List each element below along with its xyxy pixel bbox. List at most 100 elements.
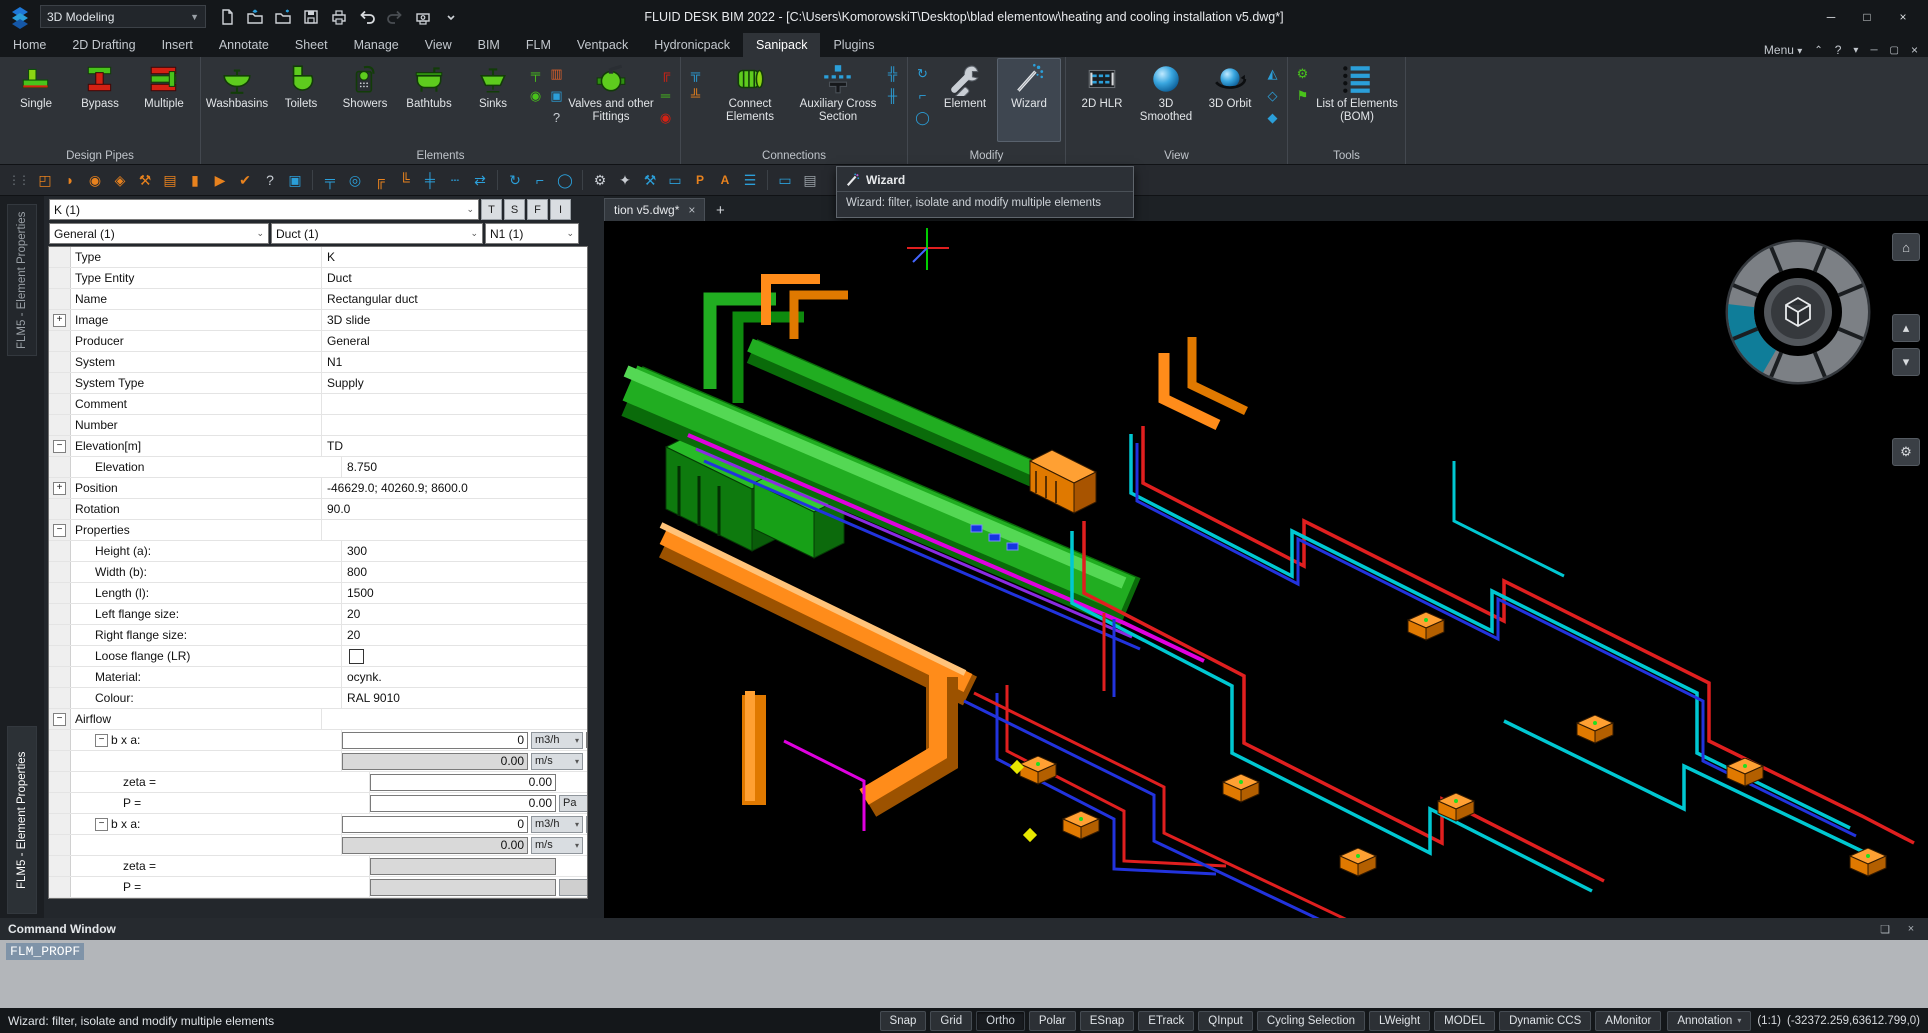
property-row[interactable]: zeta =: [49, 856, 587, 877]
property-row[interactable]: Length (l):1500: [49, 583, 587, 604]
ribbon-button-wizard[interactable]: Wizard: [997, 58, 1061, 142]
property-row[interactable]: TypeK: [49, 247, 587, 268]
value-input[interactable]: 0.00: [370, 795, 556, 812]
pipe-icon[interactable]: ═: [655, 85, 676, 106]
doc-minimize-button[interactable]: ─: [1870, 45, 1877, 56]
wheel-settings-button[interactable]: ⚙: [1892, 438, 1920, 466]
save-icon[interactable]: [298, 6, 323, 28]
system-select[interactable]: N1 (1)⌄: [485, 223, 579, 244]
value-input[interactable]: 0.00: [370, 774, 556, 791]
status-toggle-esnap[interactable]: ESnap: [1080, 1011, 1135, 1031]
redo-icon[interactable]: [382, 6, 407, 28]
customize-icon[interactable]: [438, 6, 463, 28]
status-toggle-cycling-selection[interactable]: Cycling Selection: [1257, 1011, 1365, 1031]
ribbon-button-valves-and-other-fittings[interactable]: Valves and other Fittings: [567, 58, 655, 142]
undo-icon[interactable]: [354, 6, 379, 28]
property-row[interactable]: −b x a:0m3/h▾: [49, 730, 587, 751]
cube-solid-icon[interactable]: ◆: [1262, 107, 1283, 128]
property-row[interactable]: 0.00m/s▾: [49, 751, 587, 772]
property-row[interactable]: Type EntityDuct: [49, 268, 587, 289]
ribbon-button-showers[interactable]: Showers: [333, 58, 397, 142]
property-row[interactable]: Comment: [49, 394, 587, 415]
property-row[interactable]: SystemN1: [49, 352, 587, 373]
unit-select[interactable]: ▾: [559, 879, 587, 896]
pump-blue-icon[interactable]: ◎: [343, 168, 367, 192]
pump-icon[interactable]: ◉: [83, 168, 107, 192]
minimize-button[interactable]: ─: [1814, 5, 1848, 29]
riser-icon[interactable]: ⌐: [528, 168, 552, 192]
duct-box-icon[interactable]: ▭: [773, 168, 797, 192]
plot-icon[interactable]: [410, 6, 435, 28]
loose-flange-checkbox[interactable]: [349, 649, 364, 664]
close-panel-icon[interactable]: ×: [1902, 923, 1920, 935]
tab-plugins[interactable]: Plugins: [820, 33, 887, 57]
property-row[interactable]: Material:ocynk.: [49, 667, 587, 688]
status-toggle-polar[interactable]: Polar: [1029, 1011, 1076, 1031]
import-file-icon[interactable]: [270, 6, 295, 28]
hammer-tools-icon[interactable]: ⚒: [133, 168, 157, 192]
ribbon-button-sinks[interactable]: Sinks: [461, 58, 525, 142]
side-tab-element-properties-top[interactable]: FLM5 - Element Properties: [7, 204, 37, 356]
float-panel-icon[interactable]: ❏: [1876, 923, 1894, 936]
property-row[interactable]: −b x a:0m3/h▾⇥: [49, 814, 587, 835]
filter-f-button[interactable]: F: [527, 199, 548, 220]
tag-icon[interactable]: ⚑: [1292, 85, 1313, 106]
close-tab-icon[interactable]: ×: [688, 203, 695, 217]
ribbon-button-3d-smoothed[interactable]: 3D Smoothed: [1134, 58, 1198, 142]
elbow-down-icon[interactable]: ╚: [393, 168, 417, 192]
property-row[interactable]: Number: [49, 415, 587, 436]
wand-icon[interactable]: ✦: [613, 168, 637, 192]
elbow-icon[interactable]: ╔: [655, 63, 676, 84]
duct-icon[interactable]: ▮: [183, 168, 207, 192]
new-file-icon[interactable]: [214, 6, 239, 28]
ribbon-button-bathtubs[interactable]: Bathtubs: [397, 58, 461, 142]
type-select[interactable]: K (1)⌄: [49, 199, 479, 220]
doc-close-button[interactable]: ×: [1911, 43, 1918, 57]
tab-flm[interactable]: FLM: [513, 33, 564, 57]
property-row[interactable]: −Elevation[m]TD: [49, 436, 587, 457]
collapse-icon[interactable]: −: [95, 818, 108, 831]
property-row[interactable]: Width (b):800: [49, 562, 587, 583]
fitting-a-icon[interactable]: ╬: [882, 63, 903, 84]
tab-hydronicpack[interactable]: Hydronicpack: [641, 33, 743, 57]
value-input[interactable]: 0: [342, 816, 528, 833]
side-tab-element-properties-bottom[interactable]: FLM5 - Element Properties: [7, 726, 37, 914]
duct-dot-icon[interactable]: ┄: [443, 168, 467, 192]
ribbon-button-3d-orbit[interactable]: 3D Orbit: [1198, 58, 1262, 142]
tab-home[interactable]: Home: [0, 33, 59, 57]
status-toggle-model[interactable]: MODEL: [1434, 1011, 1495, 1031]
menu-button[interactable]: Menu ▾: [1764, 43, 1802, 57]
property-row[interactable]: P =▾: [49, 877, 587, 898]
ribbon-button-multiple[interactable]: Multiple: [132, 58, 196, 142]
navigation-wheel[interactable]: [1723, 237, 1873, 387]
property-row[interactable]: ProducerGeneral: [49, 331, 587, 352]
apply-icon[interactable]: ⇥: [586, 816, 587, 833]
collapse-icon[interactable]: −: [53, 524, 66, 537]
ribbon-button-2d-hlr[interactable]: 2D HLR: [1070, 58, 1134, 142]
doc-restore-button[interactable]: ▢: [1890, 45, 1899, 56]
aux-checkbox[interactable]: [586, 732, 587, 748]
rotate-icon[interactable]: ↻: [503, 168, 527, 192]
tab-ventpack[interactable]: Ventpack: [564, 33, 641, 57]
wheel-next-button[interactable]: ▾: [1892, 348, 1920, 376]
ribbon-button-single[interactable]: Single: [4, 58, 68, 142]
tab-2d-drafting[interactable]: 2D Drafting: [59, 33, 148, 57]
element-type-select[interactable]: Duct (1)⌄: [271, 223, 483, 244]
property-row[interactable]: Height (a):300: [49, 541, 587, 562]
collapse-icon[interactable]: −: [53, 440, 66, 453]
filter-t-button[interactable]: T: [481, 199, 502, 220]
tab-bim[interactable]: BIM: [465, 33, 513, 57]
play-icon[interactable]: ▶: [208, 168, 232, 192]
unit-select[interactable]: m/s▾: [531, 837, 583, 854]
grid-box-icon[interactable]: ▤: [798, 168, 822, 192]
insulation-icon[interactable]: ◗: [58, 168, 82, 192]
property-row[interactable]: +Position-46629.0; 40260.9; 8600.0: [49, 478, 587, 499]
status-toggle-etrack[interactable]: ETrack: [1138, 1011, 1194, 1031]
annotation-scale-button[interactable]: Annotation▾: [1667, 1011, 1751, 1031]
status-toggle-ortho[interactable]: Ortho: [976, 1011, 1025, 1031]
pump-icon[interactable]: ◉: [525, 85, 546, 106]
check-icon[interactable]: ✔: [233, 168, 257, 192]
value-input[interactable]: 0: [342, 732, 528, 749]
tab-manage[interactable]: Manage: [341, 33, 412, 57]
property-row[interactable]: +Image3D slide: [49, 310, 587, 331]
